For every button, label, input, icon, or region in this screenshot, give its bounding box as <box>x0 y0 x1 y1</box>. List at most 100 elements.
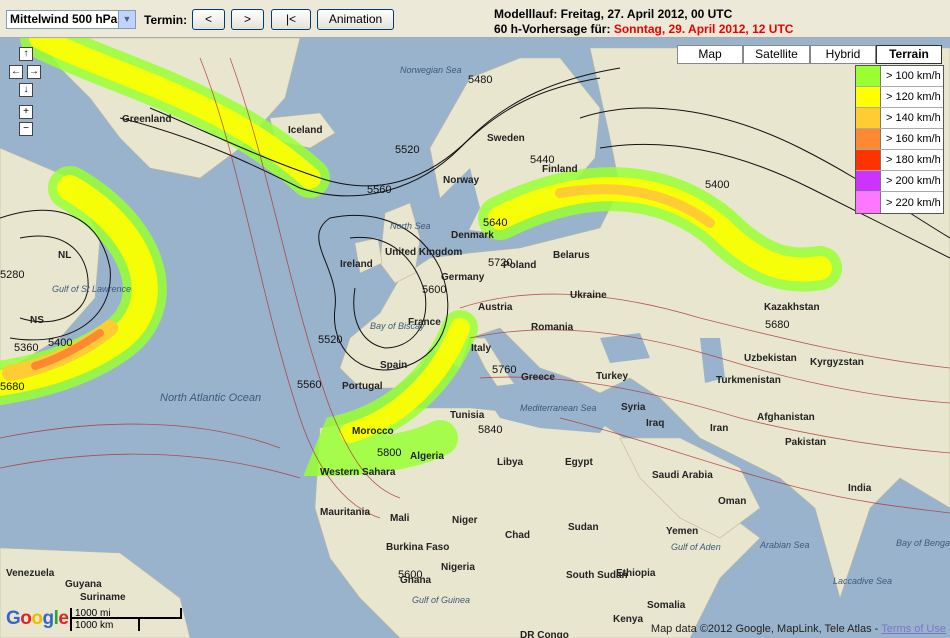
copyright-text: Map data ©2012 Google, MapLink, Tele Atl… <box>651 623 946 635</box>
termin-label: Termin: <box>144 13 188 27</box>
pan-up-button[interactable]: ↑ <box>19 47 33 61</box>
animation-button[interactable]: Animation <box>317 9 394 30</box>
sea-label: Bay of Biscay <box>370 321 425 331</box>
place-label: Austria <box>478 302 513 313</box>
place-label: Egypt <box>565 457 593 468</box>
legend-label: > 180 km/h <box>886 154 941 166</box>
legend-row: > 140 km/h <box>856 108 943 129</box>
place-label: Uzbekistan <box>744 353 797 364</box>
place-label: Greenland <box>122 114 171 125</box>
scale-bottom-label: 1000 km <box>75 620 114 631</box>
place-label: Kazakhstan <box>764 302 820 313</box>
place-label: Nigeria <box>441 562 475 573</box>
iso-label: 5520 <box>395 144 419 156</box>
pan-left-button[interactable]: ← <box>9 65 23 79</box>
place-label: Syria <box>621 402 646 413</box>
parameter-select[interactable]: Mittelwind 500 hPa ▼ <box>6 10 136 29</box>
place-label: Yemen <box>666 526 698 537</box>
legend-swatch <box>856 108 881 128</box>
place-label: Tunisia <box>450 410 485 421</box>
legend-swatch <box>856 192 881 213</box>
place-label: Mali <box>390 513 410 524</box>
iso-label: 5560 <box>297 379 321 391</box>
maptype-map-button[interactable]: Map <box>677 45 743 64</box>
legend-label: > 200 km/h <box>886 175 941 187</box>
legend-label: > 100 km/h <box>886 70 941 82</box>
maptype-satellite-button[interactable]: Satellite <box>743 45 810 64</box>
pan-down-button[interactable]: ↓ <box>19 83 33 97</box>
place-label: NS <box>30 315 44 326</box>
place-label: Chad <box>505 530 530 541</box>
legend-swatch <box>856 171 881 191</box>
iso-label: 5280 <box>0 269 24 281</box>
place-label: Pakistan <box>785 437 826 448</box>
place-label: Afghanistan <box>757 412 815 423</box>
maptype-hybrid-button[interactable]: Hybrid <box>810 45 876 64</box>
legend-label: > 120 km/h <box>886 91 941 103</box>
place-label: Turkey <box>596 371 628 382</box>
iso-label: 5840 <box>478 424 502 436</box>
legend-row: > 160 km/h <box>856 129 943 150</box>
forecast-prefix: 60 h-Vorhersage für: <box>494 22 611 36</box>
place-label: Greece <box>521 372 555 383</box>
maptype-terrain-button[interactable]: Terrain <box>876 45 942 64</box>
place-label: Oman <box>718 496 746 507</box>
place-label: Belarus <box>553 250 590 261</box>
place-label: NL <box>58 250 71 261</box>
place-label: Burkina Faso <box>386 542 449 553</box>
place-label: United Kingdom <box>385 247 462 258</box>
iso-label: 5400 <box>705 179 729 191</box>
place-label: Denmark <box>451 230 494 241</box>
place-label: Italy <box>471 343 491 354</box>
legend-label: > 140 km/h <box>886 112 941 124</box>
place-label: Libya <box>497 457 524 468</box>
place-label: Germany <box>441 272 485 283</box>
first-button[interactable]: |< <box>271 9 311 30</box>
place-label: Mauritania <box>320 507 370 518</box>
zoom-in-button[interactable]: + <box>19 105 33 119</box>
place-label: Suriname <box>80 592 126 603</box>
sea-label: Gulf of Aden <box>671 542 721 552</box>
legend-label: > 160 km/h <box>886 133 941 145</box>
iso-label: 5600 <box>422 284 446 296</box>
google-logo[interactable]: Google <box>6 608 69 630</box>
legend-swatch <box>856 150 881 170</box>
place-label: Norway <box>443 175 480 186</box>
iso-label: 5520 <box>318 334 342 346</box>
iso-label: 5760 <box>492 364 516 376</box>
sea-label: Laccadive Sea <box>833 576 892 586</box>
place-label: India <box>848 483 872 494</box>
chevron-down-icon[interactable]: ▼ <box>118 11 135 28</box>
sea-label: Gulf of St Lawrence <box>52 284 131 294</box>
sea-label: Gulf of Guinea <box>412 595 470 605</box>
place-label: Iraq <box>646 418 664 429</box>
prev-button[interactable]: < <box>192 9 225 30</box>
iso-label: 5400 <box>48 337 72 349</box>
place-label: Ethiopia <box>616 568 656 579</box>
place-label: Morocco <box>352 426 394 437</box>
legend-row: > 220 km/h <box>856 192 943 213</box>
zoom-out-button[interactable]: − <box>19 122 33 136</box>
next-button[interactable]: > <box>231 9 264 30</box>
sea-label: Norwegian Sea <box>400 65 462 75</box>
iso-label: 5480 <box>468 74 492 86</box>
place-label: Ghana <box>400 575 432 586</box>
legend-row: > 200 km/h <box>856 171 943 192</box>
sea-label: Bay of Bengal <box>896 538 950 548</box>
pan-right-button[interactable]: → <box>27 65 41 79</box>
place-label: Saudi Arabia <box>652 470 713 481</box>
map-canvas[interactable]: 5480 5520 5560 5440 5400 5640 5720 5600 … <box>0 38 950 638</box>
copyright-label: Map data ©2012 Google, MapLink, Tele Atl… <box>650 623 879 635</box>
iso-label: 5640 <box>483 217 507 229</box>
terms-link[interactable]: Terms of Use <box>881 623 946 635</box>
iso-label: 5680 <box>765 319 789 331</box>
place-label: Sweden <box>487 133 525 144</box>
control-bar: Mittelwind 500 hPa ▼ Termin: < > |< Anim… <box>0 0 950 38</box>
forecast-value: Sonntag, 29. April 2012, 12 UTC <box>613 22 794 36</box>
sea-label: Mediterranean Sea <box>520 403 597 413</box>
legend-row: > 180 km/h <box>856 150 943 171</box>
scale-top-label: 1000 mi <box>75 608 111 619</box>
place-label: Sudan <box>568 522 599 533</box>
legend-row: > 120 km/h <box>856 87 943 108</box>
iso-label: 5360 <box>14 342 38 354</box>
